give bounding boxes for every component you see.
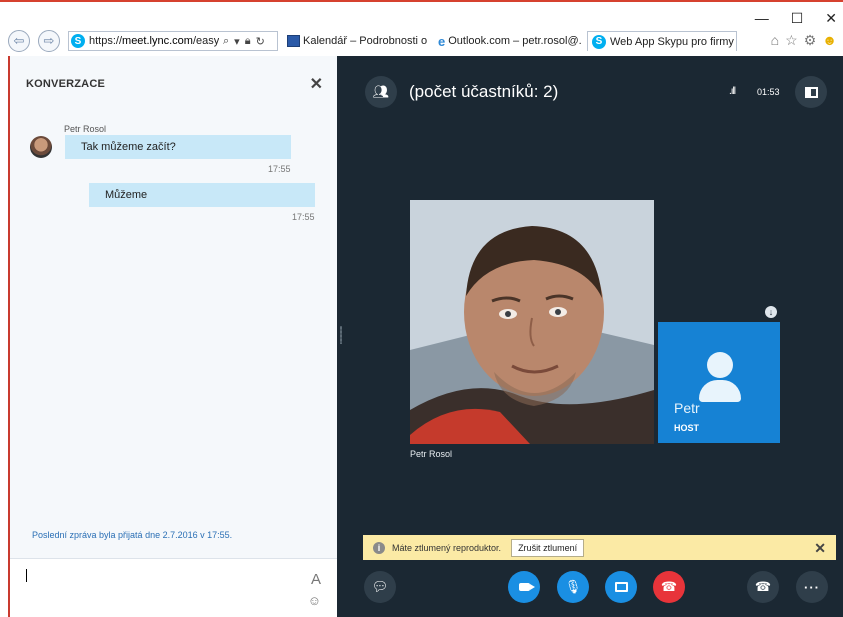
tab-outlook[interactable]: e Outlook.com – petr.rosol@... (434, 31, 582, 51)
host-role: HOST (674, 423, 700, 433)
conversation-title: KONVERZACE (26, 78, 106, 90)
lock-icon[interactable]: 🔒︎ (245, 35, 251, 48)
address-bar[interactable]: S https://meet.lync.com/easy3€ ⌕ ▾ 🔒︎ ↻ (68, 31, 278, 51)
browser-toolbar-right: ⌂ ☆ ⚙ ☻ (771, 32, 837, 49)
chat-bubble-icon: 💬︎ (371, 579, 389, 594)
home-icon[interactable]: ⌂ (771, 32, 779, 49)
pane-resize-handle[interactable] (340, 326, 342, 344)
video-button[interactable] (508, 571, 540, 603)
refresh-icon[interactable]: ↻ (256, 35, 265, 48)
person-placeholder-body (699, 380, 741, 402)
more-options-button[interactable]: ··· (796, 571, 828, 603)
dropdown-icon[interactable]: ▾ (234, 35, 240, 48)
call-pane: 👥︎ (počet účastníků: 2) .ıll 01:53 Petr … (337, 56, 843, 617)
window-controls: — ☐ ✕ (755, 10, 837, 27)
participant-video-image (410, 200, 654, 444)
tab-skype-web-app[interactable]: S Web App Skypu pro firmy ✕ (587, 31, 737, 51)
calendar-icon (287, 35, 300, 47)
last-message-info: Poslední zpráva byla přijatá dne 2.7.201… (32, 530, 233, 540)
back-button[interactable]: ⇦ (8, 30, 30, 52)
font-format-button[interactable]: A (311, 571, 321, 588)
browser-chrome: — ☐ ✕ ⇦ ⇨ S https://meet.lync.com/easy3€… (0, 0, 843, 56)
camera-icon (518, 583, 535, 591)
mute-microphone-button[interactable]: 🎙︎ (557, 571, 589, 603)
minimize-button[interactable]: — (755, 10, 769, 27)
call-timer: 01:53 (757, 87, 780, 97)
hang-up-button[interactable]: ☎︎ (653, 571, 685, 603)
participant-count: (počet účastníků: 2) (409, 82, 559, 101)
forward-arrow-icon: ⇨ (43, 33, 55, 48)
avatar (30, 136, 52, 158)
call-controls-button[interactable]: ☎︎ (747, 571, 779, 603)
message-time: 17:55 (268, 164, 291, 174)
present-screen-icon (614, 582, 628, 592)
skype-favicon-icon: S (71, 34, 85, 48)
notification-text: Máte ztlumený reproduktor. (392, 542, 502, 553)
message-time: 17:55 (292, 212, 315, 222)
tab-label: Web App Skypu pro firmy (610, 35, 734, 48)
pin-down-icon[interactable]: ↓ (765, 306, 777, 318)
conversation-pane: KONVERZACE ✕ Petr Rosol Tak můžeme začít… (8, 56, 337, 617)
close-notification-button[interactable]: ✕ (814, 540, 826, 557)
layout-icon (804, 86, 818, 98)
hang-up-icon: ☎︎ (660, 579, 678, 594)
info-icon: i (373, 541, 385, 554)
participants-button[interactable]: 👥︎ (365, 76, 397, 108)
address-url[interactable]: https://meet.lync.com/easy3€ (89, 35, 219, 47)
search-icon[interactable]: ⌕ (223, 35, 229, 48)
tab-label: Kalendář – Podrobnosti o u... (303, 35, 429, 47)
close-window-button[interactable]: ✕ (825, 10, 837, 27)
back-arrow-icon: ⇦ (13, 33, 25, 48)
share-screen-button[interactable] (605, 571, 637, 603)
layout-button[interactable] (795, 76, 827, 108)
muted-speaker-notification: i Máte ztlumený reproduktor. Zrušit ztlu… (363, 535, 836, 560)
ie-icon: e (438, 33, 446, 49)
tab-calendar[interactable]: Kalendář – Podrobnosti o u... (283, 31, 429, 51)
main-video-name: Petr Rosol (410, 449, 453, 459)
phone-icon: ☎︎ (754, 579, 772, 594)
signal-strength-icon: .ıll (729, 86, 736, 97)
muted-microphone-icon: 🎙︎ (564, 579, 582, 594)
close-conversation-button[interactable]: ✕ (310, 74, 323, 94)
chat-toggle-button[interactable]: 💬︎ (364, 571, 396, 603)
feedback-smiley-icon[interactable]: ☻ (822, 32, 837, 49)
host-video-tile[interactable]: Petr HOST (658, 322, 780, 443)
favorites-star-icon[interactable]: ☆ (785, 32, 798, 49)
skype-favicon-icon: S (592, 34, 606, 49)
settings-gear-icon[interactable]: ⚙ (804, 32, 817, 49)
message-compose-box[interactable]: A ☺ (10, 558, 337, 617)
message-sender: Petr Rosol (64, 124, 107, 134)
tab-label: Outlook.com – petr.rosol@... (448, 35, 582, 47)
person-placeholder-icon (707, 352, 733, 378)
maximize-button[interactable]: ☐ (791, 10, 804, 27)
people-icon: 👥︎ (372, 84, 390, 99)
host-name: Petr (674, 400, 700, 416)
unmute-button[interactable]: Zrušit ztlumení (511, 538, 585, 557)
emoticon-button[interactable]: ☺ (308, 593, 321, 608)
main-video-feed (410, 200, 654, 444)
text-caret (26, 569, 27, 582)
forward-button[interactable]: ⇨ (38, 30, 60, 52)
message-bubble-incoming: Tak můžeme začít? (65, 135, 291, 159)
message-bubble-outgoing: Můžeme (89, 183, 315, 207)
address-actions: ⌕ ▾ 🔒︎ ↻ (223, 35, 265, 48)
